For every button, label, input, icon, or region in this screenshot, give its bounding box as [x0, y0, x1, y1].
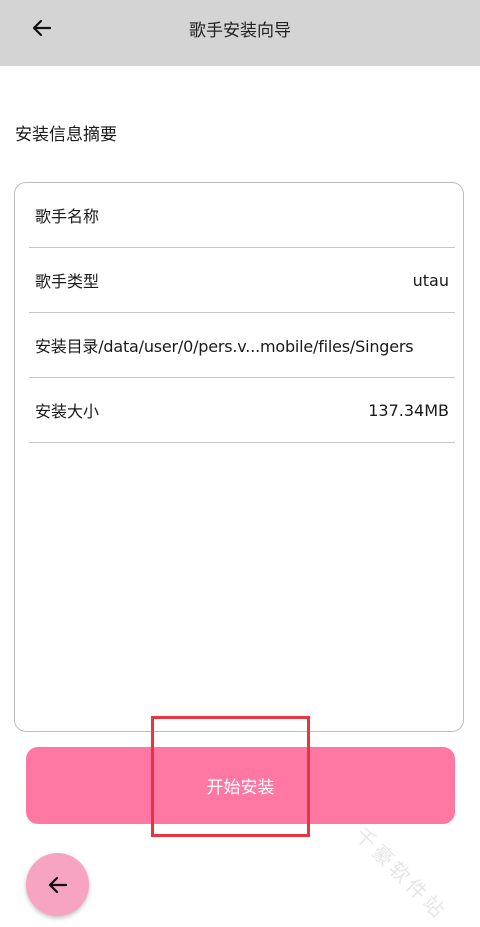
start-install-label: 开始安装: [206, 778, 275, 798]
install-size-value: 137.34MB: [368, 400, 449, 420]
install-dir-label: 安装目录: [35, 337, 99, 356]
watermark: 千豪软件站: [350, 822, 453, 925]
singer-name-row: 歌手名称: [29, 183, 455, 248]
page-title: 歌手安装向导: [189, 21, 291, 41]
singer-name-label: 歌手名称: [35, 207, 100, 226]
install-size-row: 安装大小 137.34MB: [29, 378, 455, 443]
install-size-label: 安装大小: [35, 402, 100, 421]
app-bar: 歌手安装向导: [0, 0, 480, 66]
singer-type-label: 歌手类型: [35, 272, 100, 291]
summary-card: 歌手名称 歌手类型 utau 安装目录/data/user/0/pers.v..…: [14, 182, 464, 732]
back-fab[interactable]: [26, 853, 89, 916]
install-dir-row: 安装目录/data/user/0/pers.v...mobile/files/S…: [29, 313, 455, 378]
singer-type-row: 歌手类型 utau: [29, 248, 455, 313]
install-dir-text: 安装目录/data/user/0/pers.v...mobile/files/S…: [29, 333, 414, 357]
start-install-button[interactable]: 开始安装: [26, 747, 455, 824]
section-title: 安装信息摘要: [15, 125, 117, 145]
arrow-left-icon: [48, 876, 67, 893]
singer-type-value: utau: [412, 270, 449, 290]
install-dir-value: /data/user/0/pers.v...mobile/files/Singe…: [98, 337, 414, 356]
